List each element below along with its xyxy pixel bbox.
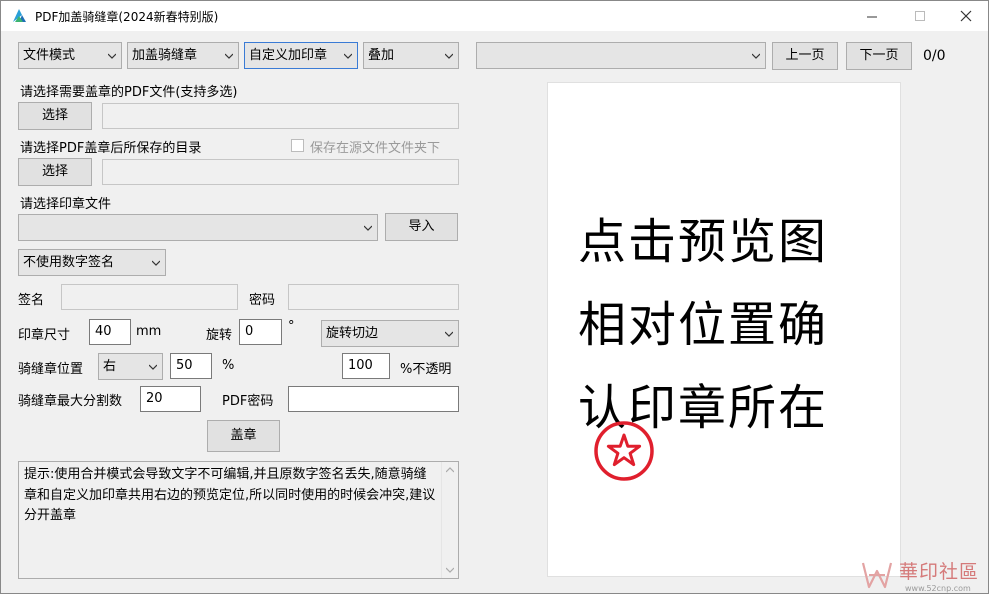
custom-stamp-select[interactable]: 自定义加印章 [244, 42, 358, 69]
minimize-button[interactable] [849, 1, 895, 31]
watermark-url: www.52cnp.com [905, 584, 971, 593]
pdf-files-label: 请选择需要盖章的PDF文件(支持多选) [20, 85, 238, 100]
stamp-size-unit: mm [136, 324, 162, 339]
watermark-logo-icon [861, 562, 893, 589]
opacity-field[interactable]: 100 [342, 353, 390, 379]
save-in-source-label: 保存在源文件文件夹下 [310, 141, 441, 156]
chevron-down-icon [752, 53, 760, 59]
preview-line-2: 相对位置确 [578, 297, 829, 353]
overlay-select[interactable]: 叠加 [363, 42, 459, 69]
seam-side-select[interactable]: 右 [98, 353, 163, 380]
hint-textbox[interactable]: 提示:使用合并模式会导致文字不可编辑,并且原数字签名丢失,随意骑缝章和自定义加印… [18, 461, 459, 579]
title-bar: PDF加盖骑缝章(2024新春特别版) [1, 1, 988, 31]
close-button[interactable] [943, 1, 989, 31]
overlay-select-value: 叠加 [368, 48, 395, 63]
scroll-up-icon[interactable] [446, 467, 454, 473]
opacity-label: %不透明 [400, 362, 452, 377]
stamp-size-field[interactable]: 40 [89, 319, 131, 345]
chevron-down-icon [364, 225, 372, 231]
pdf-password-label: PDF密码 [222, 394, 274, 409]
max-split-field[interactable]: 20 [140, 386, 201, 412]
import-stamp-button[interactable]: 导入 [385, 213, 458, 241]
chevron-down-icon [445, 53, 453, 59]
save-dir-field[interactable] [102, 159, 459, 185]
chevron-down-icon [108, 53, 116, 59]
save-dir-label: 请选择PDF盖章后所保存的目录 [20, 141, 202, 156]
seam-percent-field[interactable]: 50 [170, 353, 212, 379]
mode-select[interactable]: 文件模式 [18, 42, 122, 69]
preview-instruction: 点击预览图 相对位置确 认印章所在 [578, 201, 828, 450]
forum-watermark: 華印社區 www.52cnp.com [859, 557, 987, 593]
minimize-icon [866, 16, 877, 17]
chevron-down-icon [344, 53, 352, 59]
page-select[interactable] [476, 42, 766, 69]
rotate-unit: ° [288, 319, 295, 334]
custom-stamp-select-value: 自定义加印章 [249, 48, 328, 63]
rotate-label: 旋转 [206, 328, 233, 343]
rotate-mode-select[interactable]: 旋转切边 [321, 320, 459, 347]
select-pdf-button[interactable]: 选择 [18, 102, 92, 130]
sign-password-field[interactable] [288, 284, 459, 310]
max-split-label: 骑缝章最大分割数 [18, 394, 123, 409]
seam-side-select-value: 右 [103, 359, 117, 374]
pdf-password-field[interactable] [288, 386, 459, 412]
rotate-field[interactable]: 0 [239, 319, 282, 345]
stamp-button[interactable]: 盖章 [207, 420, 280, 452]
stamp-type-select[interactable]: 加盖骑缝章 [127, 42, 239, 69]
close-icon [960, 10, 972, 22]
chevron-down-icon [152, 260, 160, 266]
prev-page-button[interactable]: 上一页 [772, 42, 838, 70]
maximize-icon [914, 10, 925, 21]
stamp-size-label: 印章尺寸 [18, 328, 71, 343]
stamp-preview-icon[interactable] [593, 420, 655, 482]
digital-signature-select-value: 不使用数字签名 [23, 255, 115, 270]
mode-select-value: 文件模式 [23, 48, 76, 63]
maximize-button [897, 1, 943, 31]
select-save-dir-button[interactable]: 选择 [18, 158, 92, 186]
hint-text: 提示:使用合并模式会导致文字不可编辑,并且原数字签名丢失,随意骑缝章和自定义加印… [24, 467, 436, 523]
digital-signature-select[interactable]: 不使用数字签名 [18, 249, 166, 276]
pdf-files-field[interactable] [102, 103, 459, 129]
sign-password-label: 密码 [249, 293, 276, 308]
hint-scrollbar[interactable] [441, 462, 458, 578]
app-logo-icon [13, 9, 26, 22]
chevron-down-icon [149, 364, 157, 370]
save-in-source-checkbox[interactable] [291, 139, 304, 152]
window-title: PDF加盖骑缝章(2024新春特别版) [35, 10, 219, 24]
watermark-text: 華印社區 [899, 561, 980, 583]
app-window: PDF加盖骑缝章(2024新春特别版) 文件模式 加盖骑缝章 自定义加印章 叠加… [0, 0, 989, 594]
rotate-mode-select-value: 旋转切边 [326, 326, 379, 341]
preview-panel[interactable]: 点击预览图 相对位置确 认印章所在 [547, 82, 901, 577]
stamp-file-select[interactable] [18, 214, 378, 241]
page-counter: 0/0 [923, 48, 946, 64]
scroll-down-icon[interactable] [446, 567, 454, 573]
next-page-button[interactable]: 下一页 [846, 42, 912, 70]
sign-label: 签名 [18, 293, 45, 308]
seam-percent-unit: % [222, 358, 235, 373]
sign-field[interactable] [61, 284, 238, 310]
preview-line-1: 点击预览图 [578, 214, 829, 270]
chevron-down-icon [225, 53, 233, 59]
stamp-type-select-value: 加盖骑缝章 [132, 48, 198, 63]
stamp-file-label: 请选择印章文件 [20, 197, 112, 212]
seam-position-label: 骑缝章位置 [18, 362, 84, 377]
chevron-down-icon [445, 331, 453, 337]
